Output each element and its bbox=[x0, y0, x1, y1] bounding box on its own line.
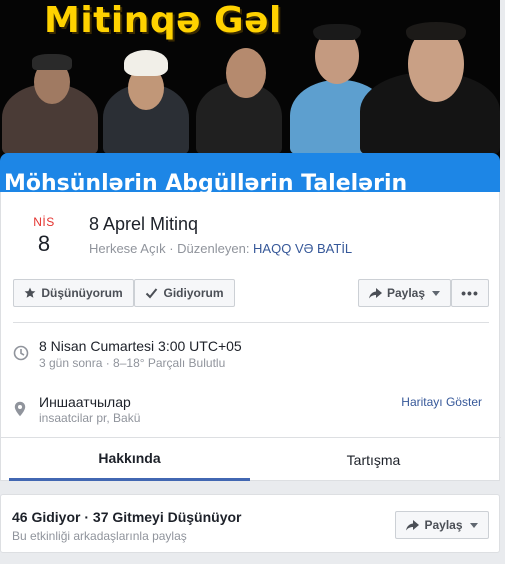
share-label: Paylaş bbox=[386, 286, 426, 300]
host-link[interactable]: HAQQ VƏ BATİL bbox=[253, 241, 352, 256]
event-location[interactable]: Иншаатчылар bbox=[39, 394, 131, 410]
interested-label: Düşünüyorum bbox=[41, 286, 123, 300]
chevron-down-icon bbox=[469, 522, 478, 528]
event-meta: Herkese Açık · Düzenleyen: HAQQ VƏ BATİL bbox=[89, 241, 352, 256]
event-title: 8 Aprel Mitinq bbox=[89, 214, 199, 234]
chevron-down-icon bbox=[432, 290, 441, 296]
cover-banner: Möhsünlərin Abgüllərin Talelərin bbox=[0, 153, 500, 192]
more-options-button[interactable]: ••• bbox=[451, 279, 489, 307]
event-header-card: NİS 8 8 Aprel Mitinq Herkese Açık · Düze… bbox=[0, 192, 501, 481]
share-event-button[interactable]: Paylaş bbox=[395, 511, 489, 539]
going-button[interactable]: Gidiyorum bbox=[134, 279, 235, 307]
guest-stats-card: 46 Gidiyor · 37 Gitmeyi Düşünüyor Bu etk… bbox=[0, 494, 500, 553]
date-day: 8 bbox=[37, 231, 51, 256]
check-icon bbox=[146, 288, 158, 299]
interested-button[interactable]: Düşünüyorum bbox=[13, 279, 134, 307]
meta-separator: · bbox=[165, 241, 178, 256]
share-arrow-icon bbox=[368, 287, 382, 298]
guest-counts[interactable]: 46 Gidiyor · 37 Gitmeyi Düşünüyor bbox=[12, 509, 242, 525]
going-label: Gidiyorum bbox=[163, 286, 224, 300]
more-dots-icon: ••• bbox=[461, 285, 479, 301]
share-arrow-icon bbox=[406, 519, 420, 530]
event-datetime[interactable]: 8 Nisan Cumartesi 3:00 UTC+05 bbox=[39, 338, 242, 354]
share-event-label: Paylaş bbox=[424, 518, 463, 532]
divider bbox=[13, 322, 489, 323]
event-weather: 3 gün sonra · 8–18° Parçalı Bulutlu bbox=[39, 356, 226, 370]
location-pin-icon bbox=[14, 401, 26, 417]
invite-text: Bu etkinliği arkadaşlarınla paylaş bbox=[12, 529, 187, 543]
event-address: insaatcilar pr, Bakü bbox=[39, 411, 141, 425]
privacy-label: Herkese Açık bbox=[89, 241, 166, 256]
host-prefix: Düzenleyen: bbox=[177, 241, 254, 256]
share-button[interactable]: Paylaş bbox=[358, 279, 451, 307]
show-map-link[interactable]: Haritayı Göster bbox=[401, 395, 482, 409]
cover-banner-text: Möhsünlərin Abgüllərin Talelərin bbox=[4, 171, 408, 192]
clock-icon bbox=[13, 345, 29, 361]
tab-about[interactable]: Hakkında bbox=[9, 438, 250, 481]
date-badge: NİS 8 bbox=[19, 215, 69, 257]
tab-discussion[interactable]: Tartışma bbox=[253, 438, 494, 481]
cover-title: Mitinqə Gəl bbox=[44, 0, 282, 41]
event-cover-photo[interactable]: Mitinqə Gəl Möhsünlərin Abgüllərin Talel… bbox=[0, 0, 500, 192]
event-tabs: Hakkında Tartışma bbox=[1, 437, 501, 481]
date-month: NİS bbox=[33, 215, 55, 229]
star-icon bbox=[24, 287, 36, 298]
